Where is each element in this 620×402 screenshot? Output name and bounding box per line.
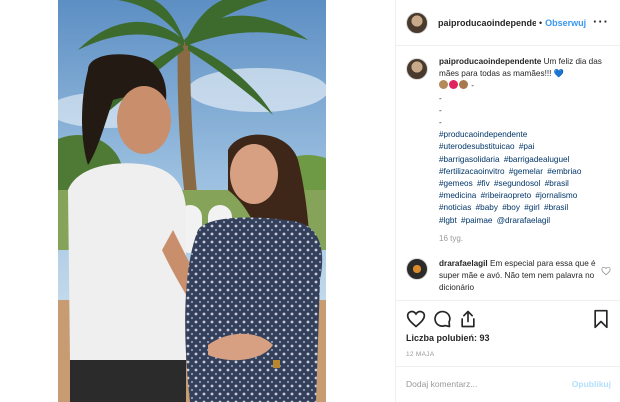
post-actions: Liczba polubień: 93 12 MAJA Opublikuj [396,300,620,400]
hashtag-link[interactable]: #fiv [477,179,490,188]
hashtag-link[interactable]: #embriao [547,167,581,176]
like-icon[interactable] [601,266,611,276]
caption-username[interactable]: paiproducaoindependente [439,57,541,66]
hashtag-link[interactable]: #barrigadealuguel [504,155,570,164]
hashtag-link[interactable]: #girl [524,203,539,212]
caption-dash: - [439,93,442,103]
comment-text: drarafaelagil Em especial para essa que … [439,258,604,295]
hashtag-link[interactable]: #medicina [439,191,476,200]
comment-username[interactable]: drarafaelagil [439,259,488,268]
action-icons [406,309,611,329]
hashtag-link[interactable]: #uterodesubstituicao [439,142,515,151]
blue-heart-icon: 💙 [553,69,564,79]
caption-emoji-line: - [439,80,611,92]
avatar[interactable] [406,11,428,34]
avatar[interactable] [406,58,428,80]
hashtag-link[interactable]: #brasil [544,203,568,212]
hashtag-link[interactable]: #segundosol [494,179,540,188]
hashtag-link[interactable]: #noticias [439,203,471,212]
caption: paiproducaoindependente Um feliz dia das… [406,56,611,245]
hashtag-link[interactable]: #jornalismo [535,191,577,200]
caption-emoji-suffix: - [471,81,475,91]
hashtag-link[interactable]: #producaoindependente [439,130,527,139]
post-header: paiproducaoindependente • Obserwuj ··· [396,0,620,46]
hashtag-link[interactable]: #barrigasolidaria [439,155,500,164]
post-comment-button[interactable]: Opublikuj [572,379,611,389]
face-emoji-icon [459,80,468,90]
bookmark-icon[interactable] [591,309,611,329]
caption-text: paiproducaoindependente Um feliz dia das… [439,56,611,80]
mention-link[interactable]: @drarafaelagil [497,216,550,225]
follow-button[interactable]: Obserwuj [545,18,586,28]
comment-item: drarafaelagil Em especial para essa que … [406,258,611,295]
heart-icon[interactable] [406,309,426,329]
hashtag-link[interactable]: #boy [502,203,520,212]
hashtag-link[interactable]: #paimae [461,216,492,225]
comments-area[interactable]: paiproducaoindependente Um feliz dia das… [396,56,620,299]
hashtag-link[interactable]: #pai [519,142,534,151]
add-comment-bar: Opublikuj [396,366,620,401]
caption-dash: - [439,118,442,128]
hashtag-link[interactable]: #baby [476,203,498,212]
likes-count[interactable]: Liczba polubień: 93 [406,333,490,343]
post-photo-image [58,0,326,402]
comment-input[interactable] [406,379,572,389]
hashtag-link[interactable]: #gemelar [509,167,543,176]
comment-icon[interactable] [432,309,452,329]
share-icon[interactable] [458,309,478,329]
hashtag-link[interactable]: #ribeiraopreto [481,191,532,200]
hashtag-link[interactable]: #fertilizacaoinvitro [439,167,505,176]
hashtag-link[interactable]: #brasil [545,179,569,188]
post-date[interactable]: 12 MAJA [406,351,434,358]
post-side-panel: paiproducaoindependente • Obserwuj ··· p… [395,0,620,402]
caption-dash: - [439,105,442,115]
heart-emoji-icon [449,80,458,90]
face-emoji-icon [439,80,448,90]
avatar[interactable] [406,258,428,280]
hashtag-link[interactable]: #gemeos [439,179,473,188]
more-icon[interactable]: ··· [593,14,609,29]
header-username[interactable]: paiproducaoindependente [438,18,536,28]
hashtag-link[interactable]: #lgbt [439,216,457,225]
hashtag-list: #producaoindependente #uterodesubstituic… [439,129,611,227]
caption-time[interactable]: 16 tyg. [439,233,611,245]
caption-body: paiproducaoindependente Um feliz dia das… [439,56,611,245]
header-separator: • [539,17,543,28]
post-photo[interactable] [58,0,326,402]
